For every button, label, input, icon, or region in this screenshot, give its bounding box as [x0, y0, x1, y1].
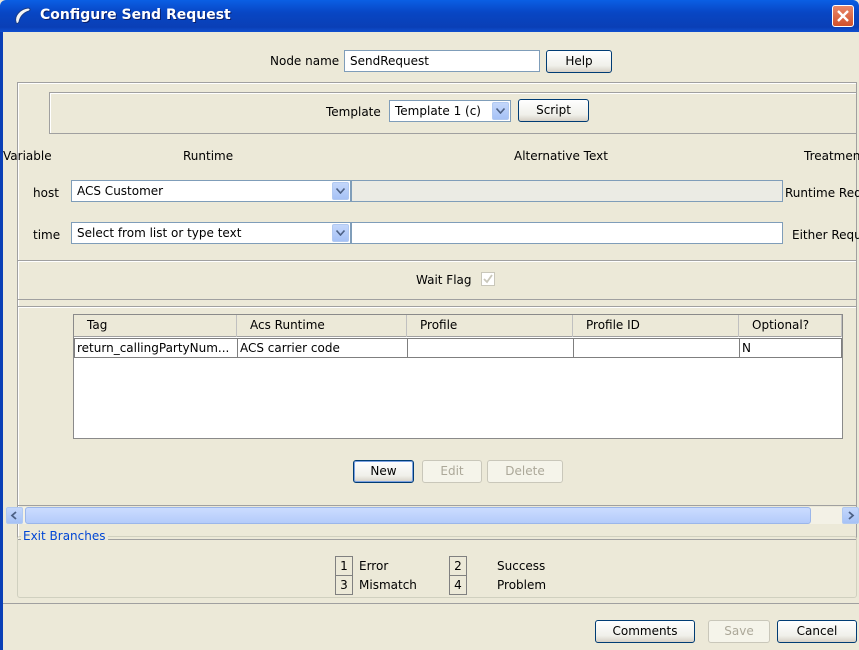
table-header: Tag Acs Runtime Profile Profile ID Optio… [74, 315, 842, 337]
checkmark-icon [483, 274, 493, 284]
branch-label[interactable]: Success [497, 558, 545, 574]
exit-branches-group [17, 536, 857, 598]
branch-number: 2 [449, 556, 467, 576]
host-runtime-value: ACS Customer [77, 184, 164, 198]
chevron-right-icon [848, 511, 855, 520]
table-cell[interactable]: N [739, 338, 842, 358]
scroll-right-button[interactable] [842, 507, 859, 524]
column-profile-id[interactable]: Profile ID [573, 315, 739, 337]
runtime-header: Runtime [183, 149, 234, 163]
column-optional[interactable]: Optional? [739, 315, 842, 337]
host-alt-text-input[interactable] [351, 180, 783, 202]
help-button[interactable]: Help [546, 50, 612, 73]
save-button[interactable]: Save [708, 620, 770, 643]
delete-button[interactable]: Delete [487, 460, 563, 483]
node-name-label: Node name [270, 54, 340, 68]
host-variable-label: host [33, 186, 59, 200]
node-name-input[interactable]: SendRequest [344, 50, 540, 72]
branch-label[interactable]: Problem [497, 577, 546, 593]
comments-button[interactable]: Comments [595, 620, 695, 643]
chevron-down-icon[interactable] [332, 182, 349, 200]
edit-button[interactable]: Edit [422, 460, 482, 483]
cancel-button[interactable]: Cancel [777, 620, 857, 643]
close-icon [837, 10, 849, 22]
table-cell[interactable]: ACS carrier code [237, 338, 408, 358]
phone-icon [12, 6, 34, 26]
time-treatment-label: Either Requ [792, 228, 859, 242]
script-button[interactable]: Script [518, 99, 589, 122]
branch-label[interactable]: Mismatch [359, 577, 417, 593]
time-runtime-select[interactable]: Select from list or type text [71, 222, 351, 244]
table-cell[interactable] [573, 338, 740, 358]
new-button[interactable]: New [353, 460, 414, 483]
footer-divider [3, 603, 859, 604]
dialog-body: Node name SendRequest Help Template Temp… [0, 32, 859, 650]
horizontal-scrollbar[interactable] [6, 507, 859, 524]
table-row[interactable]: return_callingPartyNum... ACS carrier co… [74, 338, 842, 358]
variable-header: Variable [3, 149, 52, 163]
template-select-value: Template 1 (c) [395, 104, 481, 118]
window-title: Configure Send Request [40, 7, 231, 23]
treatment-header: Treatmen [804, 149, 859, 163]
time-runtime-value: Select from list or type text [77, 226, 242, 240]
wait-flag-checkbox[interactable] [481, 272, 495, 286]
branch-label[interactable]: Error [359, 558, 388, 574]
chevron-left-icon [10, 511, 17, 520]
scroll-thumb[interactable] [25, 507, 811, 524]
branch-number: 3 [335, 575, 353, 595]
scroll-left-button[interactable] [6, 507, 23, 524]
time-variable-label: time [33, 228, 61, 242]
tag-table: Tag Acs Runtime Profile Profile ID Optio… [73, 314, 843, 439]
template-label: Template [326, 105, 381, 119]
branch-number: 1 [335, 556, 353, 576]
template-select[interactable]: Template 1 (c) [389, 100, 511, 122]
branch-number: 4 [449, 575, 467, 595]
table-cell[interactable]: return_callingPartyNum... [74, 338, 238, 358]
column-tag[interactable]: Tag [74, 315, 237, 337]
table-cell[interactable] [407, 338, 574, 358]
chevron-down-icon[interactable] [492, 102, 509, 120]
chevron-down-icon[interactable] [332, 224, 349, 242]
column-profile[interactable]: Profile [407, 315, 573, 337]
column-acs-runtime[interactable]: Acs Runtime [237, 315, 407, 337]
time-alt-text-input[interactable] [351, 222, 783, 244]
title-bar[interactable]: Configure Send Request [0, 0, 859, 32]
host-treatment-label: Runtime Req [785, 186, 859, 200]
close-button[interactable] [832, 5, 854, 27]
host-runtime-select[interactable]: ACS Customer [71, 180, 351, 202]
exit-branches-title: Exit Branches [21, 529, 108, 543]
alternative-text-header: Alternative Text [514, 149, 608, 163]
wait-flag-label: Wait Flag [416, 273, 472, 287]
